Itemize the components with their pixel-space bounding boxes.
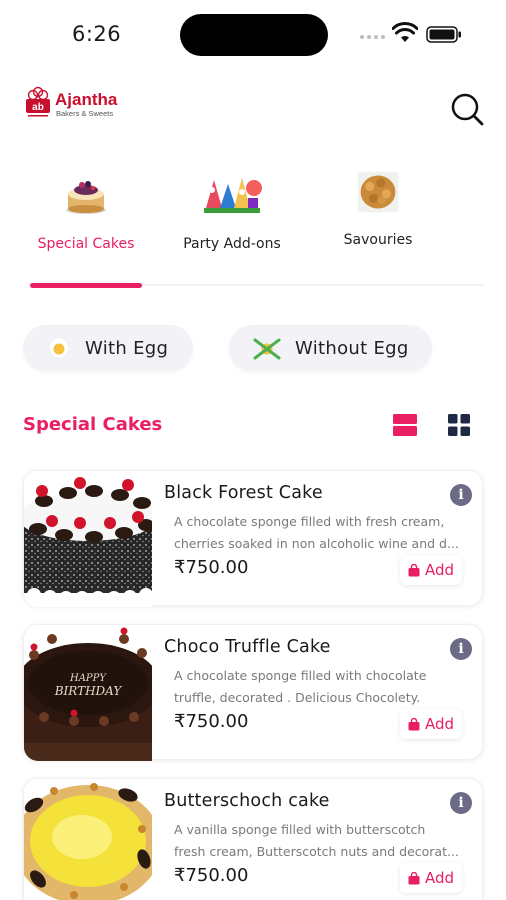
- add-to-cart-button[interactable]: Add: [400, 709, 463, 739]
- status-time: 6:26: [72, 22, 122, 46]
- product-description: A chocolate sponge filled with fresh cre…: [174, 511, 470, 555]
- add-to-cart-button[interactable]: Add: [400, 555, 463, 585]
- shopping-bag-icon: [408, 717, 420, 730]
- description-line: A vanilla sponge filled with butterscotc…: [174, 822, 426, 837]
- filter-with-egg[interactable]: With Egg: [23, 325, 193, 371]
- brand-logo[interactable]: ab Ajantha Bakers & Sweets: [23, 86, 117, 122]
- cake-message-line: HAPPY: [69, 673, 107, 684]
- butterscotch-cake-image: [24, 779, 152, 900]
- wifi-icon: [392, 22, 418, 42]
- shopping-bag-icon: [408, 563, 420, 576]
- product-name: Choco Truffle Cake: [164, 637, 331, 657]
- add-label: Add: [425, 561, 455, 579]
- tab-label: Special Cakes: [37, 236, 135, 252]
- product-price: ₹750.00: [174, 711, 249, 732]
- add-label: Add: [425, 869, 455, 887]
- battery-icon: [426, 26, 461, 43]
- product-price: ₹750.00: [174, 557, 249, 578]
- list-view-icon[interactable]: [393, 413, 417, 437]
- tab-label: Savouries: [343, 232, 413, 248]
- info-icon[interactable]: i: [450, 638, 472, 660]
- logo-monogram: ab: [32, 102, 44, 113]
- product-price: ₹750.00: [174, 865, 249, 886]
- description-line: cherries soaked in non alcoholic wine an…: [174, 536, 459, 551]
- logo-mark-icon: ab: [26, 86, 50, 117]
- product-card-choco-truffle[interactable]: HAPPY BIRTHDAY Choco Truffle Cake i A ch…: [23, 624, 483, 761]
- app-header: ab Ajantha Bakers & Sweets: [0, 80, 506, 140]
- description-line: A chocolate sponge filled with fresh cre…: [174, 514, 445, 529]
- camera-notch: [180, 14, 328, 56]
- add-to-cart-button[interactable]: Add: [400, 863, 463, 893]
- cellular-signal-icon: [360, 35, 385, 39]
- tab-special-cakes[interactable]: Special Cakes: [34, 170, 138, 252]
- product-name: Black Forest Cake: [164, 483, 323, 503]
- info-icon[interactable]: i: [450, 484, 472, 506]
- search-icon[interactable]: [448, 90, 486, 128]
- product-description: A vanilla sponge filled with butterscotc…: [174, 819, 470, 863]
- black-forest-cake-image: [24, 471, 152, 607]
- active-tab-indicator: [30, 283, 142, 288]
- filter-label: With Egg: [85, 337, 169, 359]
- tab-savouries[interactable]: Savouries: [340, 170, 416, 248]
- brand-name: Ajantha: [55, 89, 118, 109]
- description-line: A chocolate sponge filled with chocolate: [174, 668, 427, 683]
- choco-truffle-cake-image: HAPPY BIRTHDAY: [24, 625, 152, 761]
- egg-icon: [48, 337, 70, 359]
- category-tabs: Special Cakes Party Add-ons Savouries: [0, 170, 506, 295]
- cake-message-line: BIRTHDAY: [54, 684, 123, 698]
- filter-label: Without Egg: [295, 337, 409, 359]
- grid-view-icon[interactable]: [447, 413, 471, 437]
- shopping-bag-icon: [408, 871, 420, 884]
- brand-subtitle: Bakers & Sweets: [56, 108, 114, 118]
- info-icon[interactable]: i: [450, 792, 472, 814]
- product-card-butterscotch[interactable]: Butterschoch cake i A vanilla sponge fil…: [23, 778, 483, 900]
- product-name: Butterschoch cake: [164, 791, 330, 811]
- party-items-icon: [204, 178, 262, 213]
- description-line: truffle, decorated . Delicious Chocolety…: [174, 690, 421, 705]
- tab-party-add-ons[interactable]: Party Add-ons: [176, 170, 288, 252]
- add-label: Add: [425, 715, 455, 733]
- tab-label: Party Add-ons: [183, 236, 281, 252]
- section-title: Special Cakes: [23, 414, 163, 435]
- product-card-black-forest[interactable]: Black Forest Cake i A chocolate sponge f…: [23, 470, 483, 607]
- filter-without-egg[interactable]: Without Egg: [229, 325, 432, 371]
- savouries-icon: [357, 171, 399, 213]
- cake-icon: [66, 181, 106, 214]
- status-bar: 6:26: [0, 0, 506, 70]
- description-line: fresh cream, Butterscotch nuts and decor…: [174, 844, 459, 859]
- no-egg-icon: [253, 338, 281, 360]
- product-description: A chocolate sponge filled with chocolate…: [174, 665, 470, 709]
